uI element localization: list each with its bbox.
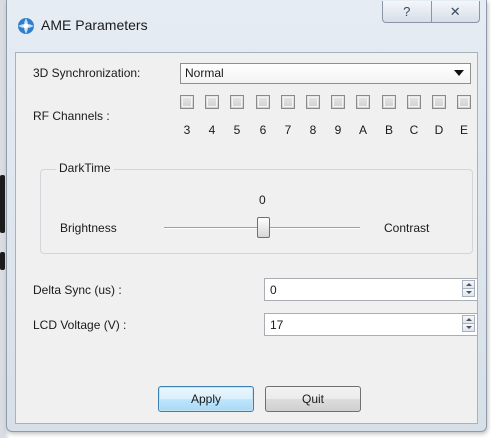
sync-dropdown[interactable]: Normal [180,63,471,84]
rf-channel-checkbox[interactable] [432,95,446,109]
lcd-voltage-label: LCD Voltage (V) : [33,318,127,332]
lcd-voltage-increment-button[interactable] [462,315,475,324]
rf-channels-label: RF Channels : [33,109,110,123]
rf-channel-label: A [358,123,367,137]
chevron-down-icon [454,70,464,76]
rf-channel-checkbox[interactable] [331,95,345,109]
arrow-up-icon [465,318,472,321]
rf-channel-label: 9 [334,123,342,137]
rf-channel-checkbox[interactable] [230,95,244,109]
lcd-voltage-decrement-button[interactable] [462,324,475,332]
background-edge-mark [0,175,5,233]
darktime-group-label: DarkTime [56,161,114,175]
rf-channel-checkbox[interactable] [407,95,421,109]
arrow-down-icon [465,326,472,329]
rf-channel-label: B [384,123,393,137]
dialog-window: AME Parameters ? ✕ 3D Synchronization: N… [6,0,487,432]
close-button[interactable]: ✕ [430,1,480,22]
sync-label: 3D Synchronization: [33,66,141,80]
apply-button[interactable]: Apply [158,386,254,412]
rf-channel-checkbox[interactable] [457,95,471,109]
quit-button[interactable]: Quit [265,386,361,412]
lcd-voltage-value: 17 [270,318,284,332]
lcd-voltage-spinbox[interactable]: 17 [264,313,478,336]
darktime-slider-thumb[interactable] [257,217,270,238]
darktime-value: 0 [259,193,266,207]
rf-channel-label: 7 [284,123,292,137]
rf-channel-checkbox[interactable] [306,95,320,109]
arrow-down-icon [465,291,472,294]
caption-buttons: ? ✕ [382,1,480,23]
rf-channel-label: 8 [309,123,317,137]
delta-sync-increment-button[interactable] [462,280,475,289]
help-icon: ? [403,4,411,19]
title-bar[interactable]: AME Parameters ? ✕ [7,0,486,52]
rf-channel-label: D [434,123,444,137]
close-icon: ✕ [449,3,461,19]
delta-sync-decrement-button[interactable] [462,289,475,297]
quit-button-label: Quit [301,392,324,406]
brightness-label: Brightness [60,221,117,235]
rf-channel-label: 5 [233,123,241,137]
rf-channel-checkbox[interactable] [382,95,396,109]
background-edge-mark [0,252,5,270]
delta-sync-stepper [462,280,475,297]
contrast-label: Contrast [384,221,430,235]
sync-selected-value: Normal [185,66,224,80]
apply-button-label: Apply [190,392,222,406]
help-button[interactable]: ? [383,1,431,22]
delta-sync-value: 0 [270,283,277,297]
rf-channel-label: 4 [208,123,216,137]
delta-sync-label: Delta Sync (us) : [33,283,122,297]
delta-sync-spinbox[interactable]: 0 [264,278,478,301]
lcd-voltage-stepper [462,315,475,332]
rf-channel-checkbox[interactable] [281,95,295,109]
dialog-client-area: 3D Synchronization: Normal RF Channels :… [15,52,478,424]
rf-channel-label: 6 [259,123,267,137]
darktime-group [40,169,473,254]
app-icon [18,18,34,34]
rf-channel-label: E [459,123,468,137]
rf-channel-label: C [409,123,419,137]
arrow-up-icon [465,283,472,286]
rf-channel-checkbox[interactable] [205,95,219,109]
rf-channel-checkbox[interactable] [256,95,270,109]
rf-channel-label: 3 [183,123,191,137]
rf-channel-checkbox[interactable] [180,95,194,109]
rf-channel-checkbox[interactable] [356,95,370,109]
window-title: AME Parameters [41,17,148,33]
